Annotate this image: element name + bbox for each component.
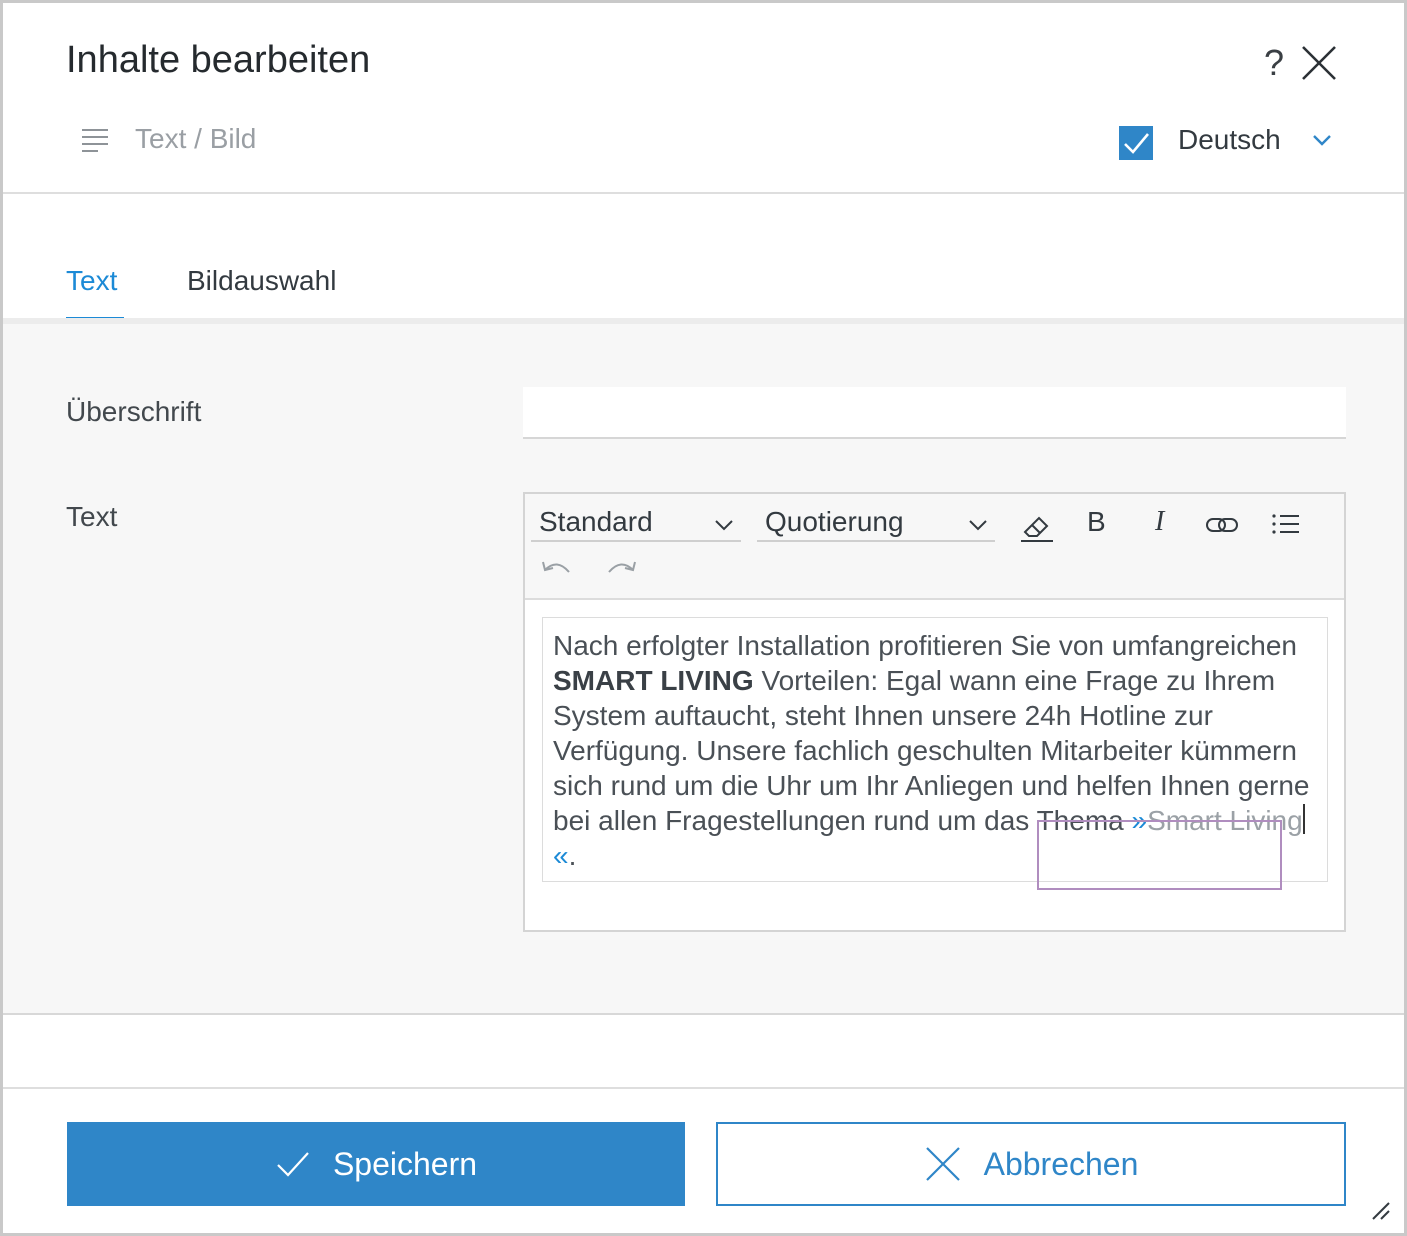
tab-bildauswahl[interactable]: Bildauswahl [187,265,336,297]
close-icon [925,1147,960,1181]
quote-open-mark: » [1131,805,1148,836]
text-caret [1302,804,1305,834]
quote-format-value: Quotierung [765,506,904,537]
footer-divider [3,1087,1404,1089]
save-button[interactable]: Speichern [67,1122,685,1206]
heading-label: Überschrift [66,396,202,427]
editor-content[interactable]: Nach erfolgter Installation profitieren … [542,617,1328,882]
cancel-button[interactable]: Abbrechen [716,1122,1346,1206]
checkmark-icon [1124,133,1149,154]
eraser-icon[interactable] [1019,510,1055,544]
edit-content-dialog: Inhalte bearbeiten ? Text / Bild Deutsch… [0,0,1407,1236]
help-icon[interactable]: ? [1256,41,1292,85]
language-select[interactable]: Deutsch [1178,124,1281,156]
editor-toolbar: Standard Quotierung B I [525,494,1344,600]
rich-text-editor: Standard Quotierung B I Nach erfolgter I… [523,492,1346,932]
heading-input[interactable] [523,387,1346,439]
resize-handle-icon[interactable] [1369,1199,1393,1223]
checkmark-icon [277,1152,309,1177]
chevron-down-icon[interactable] [1308,131,1336,151]
redo-icon[interactable] [605,558,637,580]
quote-format-select[interactable]: Quotierung [757,504,995,542]
text-label: Text [66,501,118,532]
close-icon[interactable] [1299,43,1339,83]
save-button-content: Speichern [67,1122,685,1206]
text-lines-icon [82,129,108,152]
editor-text-before: Nach erfolgter Installation profitieren … [553,630,1297,661]
cancel-button-label: Abbrechen [983,1145,1139,1182]
content-type-label: Text / Bild [135,123,257,154]
chevron-down-icon [969,520,987,531]
save-button-label: Speichern [332,1145,478,1182]
quoted-text: Smart Living [1147,805,1303,836]
italic-button[interactable]: I [1155,506,1164,538]
list-icon[interactable] [1271,512,1301,538]
tab-text[interactable]: Text [66,265,117,297]
quote-close-mark: « [553,840,569,871]
language-checkbox[interactable] [1119,126,1153,160]
block-format-value: Standard [539,506,653,537]
editor-text-bold: SMART LIVING [553,665,754,696]
header-divider [3,192,1404,194]
link-icon[interactable] [1205,512,1241,538]
cancel-button-content: Abbrechen [718,1124,1344,1204]
block-format-select[interactable]: Standard [531,504,741,542]
editor-text-end: . [568,840,577,871]
undo-icon[interactable] [541,558,573,580]
bold-button[interactable]: B [1087,506,1106,538]
chevron-down-icon [715,520,733,531]
dialog-title: Inhalte bearbeiten [66,39,371,81]
